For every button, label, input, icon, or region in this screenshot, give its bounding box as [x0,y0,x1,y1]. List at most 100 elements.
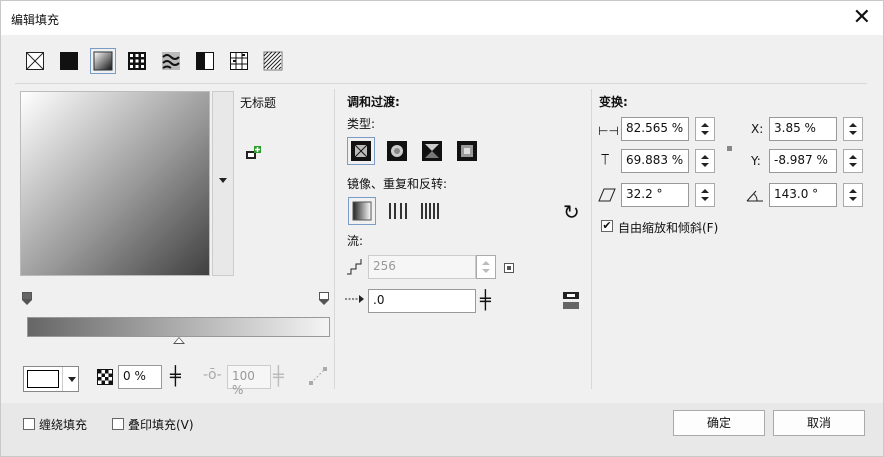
mirror-label: 镜像、重复和反转: [347,177,448,191]
reverse-fill-icon[interactable]: ↻ [563,200,580,224]
skew-spinner[interactable] [695,183,715,207]
cancel-button[interactable]: 取消 [773,410,865,436]
flow-label: 流: [347,234,364,248]
bitmap-pattern-fill-button[interactable] [161,51,181,71]
rectangular-gradient-icon [457,141,477,161]
transparency-spinner-icon[interactable]: ╪ [170,368,181,386]
caret-up-icon [849,123,857,127]
texture-fill-icon [230,52,248,70]
fountain-fill-button[interactable] [90,48,116,74]
free-scale-label: 自由缩放和倾斜(F) [618,221,719,235]
preset-name: 无标题 [240,96,277,110]
two-color-pattern-fill-button[interactable] [195,51,215,71]
fill-width-icon: ⊢⊣ [598,124,619,138]
add-preset-button[interactable] [245,146,261,160]
column-divider [334,89,335,389]
repeat-fill-icon [421,203,439,219]
uniform-fill-icon [60,52,78,70]
start-node-marker[interactable] [22,292,32,305]
overprint-fill-label: 叠印填充(V) [128,418,194,432]
caret-down-icon [701,197,709,201]
node-transparency-input[interactable]: 0 % [118,365,162,389]
caret-up-icon [482,261,490,265]
vector-pattern-fill-button[interactable] [127,51,147,71]
fill-width-input[interactable]: 82.565 % [621,117,689,141]
fill-preview[interactable] [20,91,210,276]
height-spinner[interactable] [695,149,715,173]
skew-input[interactable]: 32.2 ° [621,183,689,207]
acceleration-icon [345,293,365,307]
skew-icon [598,188,616,205]
no-fill-button[interactable] [25,51,45,71]
conical-gradient-icon [422,141,442,161]
caret-down-icon [482,269,490,273]
gradient-midpoint-slider[interactable] [173,337,185,344]
fill-height-icon: ⟙ [601,152,610,168]
node-position-input[interactable]: 100 % [227,365,271,397]
default-fill-button[interactable] [348,197,376,225]
fill-height-input[interactable]: 69.883 % [621,149,689,173]
rectangular-gradient-button[interactable] [457,141,477,161]
end-node-marker[interactable] [319,292,329,305]
column-divider [591,89,592,389]
conical-gradient-button[interactable] [422,141,442,161]
steps-input[interactable]: 256 [368,255,476,279]
y-offset-input[interactable]: -8.987 % [769,149,837,173]
node-color-picker[interactable] [23,366,79,392]
overprint-fill-checkbox[interactable] [112,418,124,430]
transform-section-title: 变换: [599,95,628,109]
smooth-blend-icon[interactable] [562,291,580,314]
rotate-spinner[interactable] [843,183,863,207]
gradient-bar[interactable] [27,317,330,337]
linear-gradient-button[interactable] [347,137,375,165]
acceleration-spinner-icon[interactable]: ╪ [480,292,491,310]
elliptical-gradient-button[interactable] [387,141,407,161]
dialog-title: 编辑填充 [11,13,60,27]
blend-type-label: 类型: [347,117,376,131]
wrap-fill-label: 缠绕填充 [39,418,88,432]
chevron-down-icon [219,178,227,183]
caret-down-icon [849,163,857,167]
mirror-fill-icon [389,203,407,219]
caret-up-icon [701,189,709,193]
uniform-fill-button[interactable] [59,51,79,71]
fill-type-toolbar [25,48,283,74]
node-path-icon[interactable] [309,367,327,388]
acceleration-input[interactable]: .0 [368,289,476,313]
fountain-fill-icon [93,51,113,71]
elliptical-gradient-icon [387,141,407,161]
steps-lock-icon[interactable] [504,262,514,276]
mirror-fill-button[interactable] [387,200,409,222]
edit-fill-dialog: 编辑填充 ✕ 无标题 0 % ╪ -ō- 100 % ╪ 调和过渡: 类型: 镜… [0,0,884,457]
blend-section-title: 调和过渡: [347,95,400,109]
default-fill-icon [352,201,372,221]
y-label: Y: [751,154,761,168]
chevron-down-icon [62,367,78,391]
linear-gradient-icon [351,141,371,161]
y-spinner[interactable] [843,149,863,173]
close-icon[interactable]: ✕ [853,5,871,30]
texture-fill-button[interactable] [229,51,249,71]
repeat-fill-button[interactable] [419,200,441,222]
postscript-fill-icon [263,51,283,71]
free-scale-checkbox[interactable]: ✔ [601,220,613,232]
postscript-fill-button[interactable] [263,51,283,71]
position-spinner-icon[interactable]: ╪ [273,368,284,386]
rotate-icon [746,186,764,205]
x-label: X: [751,122,764,136]
lock-ratio-icon[interactable] [727,141,733,155]
bitmap-pattern-icon [162,52,180,70]
rotate-input[interactable]: 143.0 ° [769,183,837,207]
steps-spinner[interactable] [476,255,496,279]
caret-up-icon [849,155,857,159]
preset-dropdown-button[interactable] [212,91,234,276]
width-spinner[interactable] [695,117,715,141]
toolbar-divider [15,83,867,84]
wrap-fill-checkbox[interactable] [23,418,35,430]
x-offset-input[interactable]: 3.85 % [769,117,837,141]
x-spinner[interactable] [843,117,863,141]
caret-down-icon [701,163,709,167]
node-color-swatch [27,370,59,388]
no-fill-icon [26,52,44,70]
ok-button[interactable]: 确定 [673,410,765,436]
